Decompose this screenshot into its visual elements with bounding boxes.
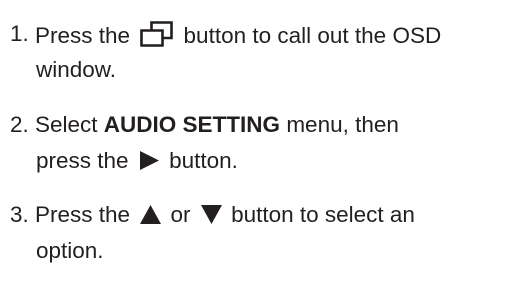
step-text: button. <box>162 148 238 173</box>
step-number: 1. <box>10 21 29 46</box>
menu-name: AUDIO SETTING <box>103 112 281 137</box>
step-text: or <box>164 202 197 227</box>
step-number: 2. <box>10 112 29 137</box>
step-text: Press the <box>35 23 137 48</box>
instruction-steps: 1. Press the button to call out the OSD … <box>0 0 526 286</box>
step-1-line-2: window. <box>36 57 117 82</box>
step-text: button to call out the OSD <box>177 23 442 48</box>
step-text: menu, then <box>280 112 399 137</box>
right-triangle-icon <box>139 151 160 170</box>
up-triangle-icon <box>140 205 162 224</box>
step-3-line-2: option. <box>36 238 104 263</box>
step-text: press the <box>36 148 135 173</box>
step-1-line-1: Press the button to call out the OSD <box>35 17 441 50</box>
down-triangle-icon <box>200 205 222 224</box>
step-number: 3. <box>10 202 29 227</box>
step-text: Press the <box>35 202 137 227</box>
step-text: Select <box>35 112 104 137</box>
step-text: button to select an <box>224 202 415 227</box>
osd-window-icon <box>140 21 174 47</box>
step-3-line-1: Press the or button to select an <box>35 198 415 231</box>
step-2-line-2: press the button. <box>36 144 238 177</box>
step-2-line-1: Select AUDIO SETTING menu, then <box>35 108 399 141</box>
